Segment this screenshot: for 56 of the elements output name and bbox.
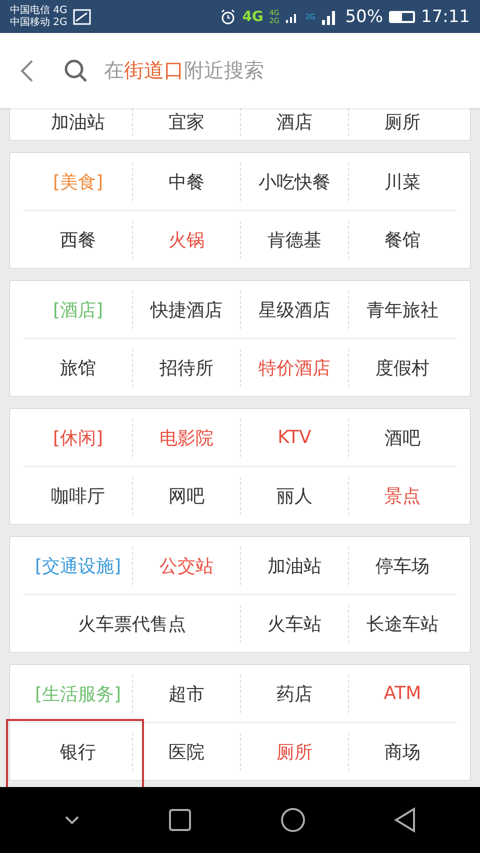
category-item[interactable]: 医院	[168, 740, 204, 764]
back-icon[interactable]	[394, 807, 416, 833]
category-item[interactable]: 火锅	[168, 228, 204, 252]
category-item[interactable]: 药店	[276, 682, 312, 706]
category-item[interactable]: 银行	[60, 740, 96, 764]
category-item[interactable]: 超市	[168, 682, 204, 706]
category-item[interactable]: 厕所	[384, 110, 420, 134]
category-title: [生活服务]	[34, 682, 122, 706]
category-item[interactable]: 电影院	[160, 426, 214, 450]
category-item[interactable]: 酒店	[276, 110, 312, 134]
category-item[interactable]: 丽人	[276, 484, 312, 508]
category-item[interactable]: 停车场	[376, 554, 430, 578]
category-item[interactable]: 肯德基	[268, 228, 322, 252]
category-item[interactable]: 星级酒店	[258, 298, 330, 322]
category-item[interactable]: 西餐	[60, 228, 96, 252]
category-item[interactable]: 公交站	[160, 554, 214, 578]
category-item[interactable]: 餐馆	[384, 228, 420, 252]
category-item[interactable]: KTV	[278, 427, 312, 448]
category-title: [休闲]	[52, 426, 104, 450]
category-item[interactable]: 加油站	[51, 110, 105, 134]
category-item[interactable]: 加油站	[268, 554, 322, 578]
chevron-down-icon[interactable]	[64, 815, 80, 825]
category-item[interactable]: 快捷酒店	[150, 298, 222, 322]
category-item[interactable]: 厕所	[276, 740, 312, 764]
category-item[interactable]: 商场	[384, 740, 420, 764]
category-title: [酒店]	[52, 298, 104, 322]
alarm-icon	[220, 8, 236, 24]
category-item[interactable]: 长途车站	[366, 612, 438, 636]
recent-apps-icon[interactable]	[168, 808, 192, 832]
category-item[interactable]: 网吧	[168, 484, 204, 508]
category-item[interactable]: 宜家	[168, 110, 204, 134]
network-text: 4G	[242, 8, 264, 24]
category-item[interactable]: 招待所	[160, 356, 214, 380]
carrier-text: 中国移动 2G	[10, 16, 68, 28]
category-item[interactable]: 度假村	[376, 356, 430, 380]
carrier-text: 中国电信 4G	[10, 4, 68, 16]
category-item[interactable]: 青年旅社	[366, 298, 438, 322]
category-item[interactable]: 特价酒店	[258, 356, 330, 380]
category-item[interactable]: 咖啡厅	[51, 484, 105, 508]
home-icon[interactable]	[280, 807, 306, 833]
category-item[interactable]: 酒吧	[384, 426, 420, 450]
category-item[interactable]: 小吃快餐	[258, 170, 330, 194]
category-title: [美食]	[52, 170, 104, 194]
category-item[interactable]: 旅馆	[60, 356, 96, 380]
search-icon[interactable]	[64, 58, 88, 82]
battery-text: 50%	[345, 6, 383, 26]
category-item[interactable]: 景点	[384, 484, 420, 508]
image-icon	[73, 8, 92, 24]
category-item[interactable]: 火车票代售点	[78, 612, 186, 636]
category-item[interactable]: 川菜	[384, 170, 420, 194]
battery-icon	[389, 10, 415, 22]
category-item[interactable]: ATM	[384, 683, 422, 704]
category-item[interactable]: 中餐	[168, 170, 204, 194]
category-title: [交通设施]	[34, 554, 122, 578]
category-item[interactable]: 火车站	[268, 612, 322, 636]
time-text: 17:11	[421, 6, 470, 26]
